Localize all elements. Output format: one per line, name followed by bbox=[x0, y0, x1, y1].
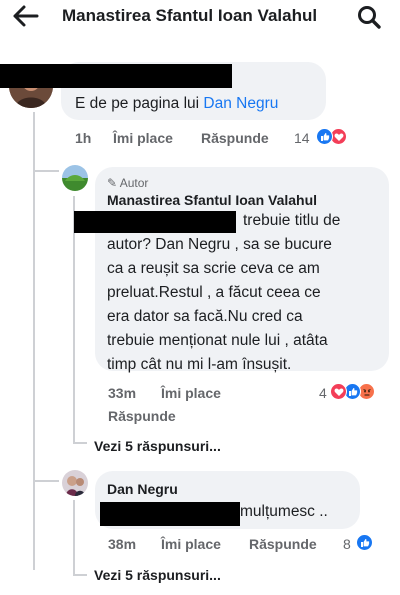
like-reaction-icon bbox=[356, 534, 373, 551]
comment-time: 1h bbox=[75, 130, 92, 146]
redacted-text bbox=[100, 502, 240, 526]
arrow-left-icon[interactable] bbox=[10, 4, 40, 28]
author-name[interactable]: Dan Negru bbox=[107, 481, 178, 497]
reply-time: 33m bbox=[108, 385, 137, 401]
view-replies-link[interactable]: Vezi 5 răspunsuri... bbox=[94, 567, 221, 583]
avatar[interactable] bbox=[62, 165, 88, 191]
reply-text-line: trebuie menționat nule lui , atâta bbox=[107, 332, 328, 349]
reaction-count[interactable]: 14 bbox=[294, 130, 310, 146]
thread-connector-reply1 bbox=[33, 170, 59, 172]
top-bar: Manastirea Sfantul Ioan Valahul bbox=[0, 0, 400, 34]
profile-link[interactable]: Dan Negru bbox=[203, 95, 278, 112]
reply-text-line: timp cât nu mi l-am însușit. bbox=[107, 356, 292, 373]
author-name[interactable]: Manastirea Sfantul Ioan Valahul bbox=[107, 192, 317, 208]
reply-button[interactable]: Răspunde bbox=[108, 408, 176, 424]
author-badge: ✎ Autor bbox=[107, 176, 149, 190]
thread-line-reply2 bbox=[73, 500, 75, 574]
reaction-count[interactable]: 8 bbox=[343, 536, 351, 552]
thread-connector-more2 bbox=[73, 574, 87, 576]
comment-text: E de pe pagina lui Dan Negru bbox=[75, 95, 279, 112]
reaction-count[interactable]: 4 bbox=[319, 385, 327, 401]
avatar[interactable] bbox=[62, 470, 88, 496]
thread-connector-reply2 bbox=[33, 480, 59, 482]
like-button[interactable]: Îmi place bbox=[113, 130, 173, 146]
reply-button[interactable]: Răspunde bbox=[249, 536, 317, 552]
thread-connector-more1 bbox=[73, 442, 87, 444]
pencil-icon: ✎ bbox=[107, 176, 118, 190]
view-replies-link[interactable]: Vezi 5 răspunsuri... bbox=[94, 438, 221, 454]
reply-button[interactable]: Răspunde bbox=[201, 130, 269, 146]
reply-text-line: ca a reușit sa scrie ceva ce am bbox=[107, 260, 320, 277]
like-button[interactable]: Îmi place bbox=[161, 536, 221, 552]
reply-text: mulțumesc .. bbox=[240, 503, 328, 520]
like-reaction-icon bbox=[316, 128, 333, 145]
redacted-text bbox=[74, 211, 236, 233]
like-button[interactable]: Îmi place bbox=[161, 385, 221, 401]
reply-text-line: era dator sa facă.Nu cred ca bbox=[107, 308, 303, 325]
reply-text-line: autor? Dan Negru , sa se bucure bbox=[107, 236, 332, 253]
reply-text-line: trebuie titlu de bbox=[243, 212, 341, 229]
reply-text-line: preluat.Restul , a făcut ceea ce bbox=[107, 284, 321, 301]
reply-time: 38m bbox=[108, 536, 137, 552]
redacted-name bbox=[0, 64, 232, 88]
love-reaction-icon bbox=[330, 383, 347, 400]
search-icon[interactable] bbox=[356, 4, 382, 30]
thread-line-main bbox=[33, 112, 35, 570]
page-title: Manastirea Sfantul Ioan Valahul bbox=[62, 6, 318, 25]
